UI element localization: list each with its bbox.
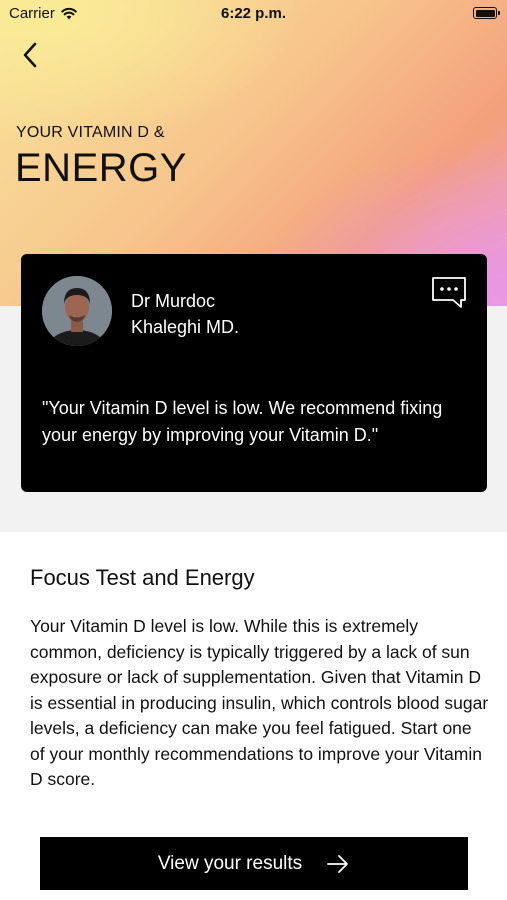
section-title: Focus Test and Energy bbox=[30, 565, 255, 590]
doctor-name-line2: Khaleghi MD. bbox=[131, 317, 240, 337]
view-results-button[interactable]: View your results bbox=[40, 837, 468, 890]
status-bar: Carrier 6:22 p.m. bbox=[0, 0, 507, 28]
arrow-right-icon bbox=[327, 854, 349, 873]
doctor-quote: "Your Vitamin D level is low. We recomme… bbox=[42, 398, 443, 445]
section-body: Your Vitamin D level is low. While this … bbox=[30, 616, 489, 789]
view-results-label: View your results bbox=[157, 852, 303, 874]
avatar-portrait-icon bbox=[42, 276, 112, 346]
status-time: 6:22 p.m. bbox=[220, 5, 287, 22]
back-chevron-icon[interactable] bbox=[16, 40, 46, 70]
doctor-name: Dr Murdoc Khaleghi MD. bbox=[131, 288, 331, 340]
doctor-name-line1: Dr Murdoc bbox=[131, 291, 216, 311]
battery-icon bbox=[473, 7, 500, 19]
page-kicker: YOUR VITAMIN D & bbox=[16, 124, 165, 141]
page-title: ENERGY bbox=[15, 146, 187, 190]
doctor-avatar bbox=[42, 276, 112, 346]
doctor-quote-card: Dr Murdoc Khaleghi MD. "Your Vitamin D l… bbox=[21, 254, 487, 492]
chat-bubble-icon[interactable] bbox=[431, 276, 467, 310]
